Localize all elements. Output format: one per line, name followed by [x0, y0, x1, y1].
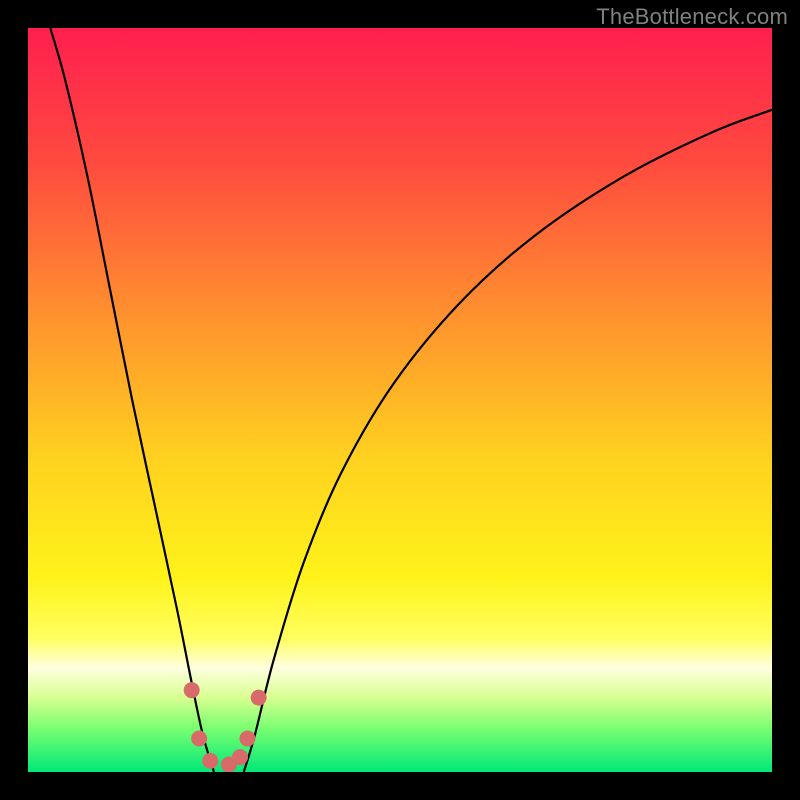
data-marker	[202, 753, 218, 769]
data-marker	[191, 731, 207, 747]
chart-svg	[28, 28, 772, 772]
data-marker	[232, 749, 248, 765]
chart-frame: TheBottleneck.com	[0, 0, 800, 800]
data-marker	[251, 690, 267, 706]
plot-area	[28, 28, 772, 772]
data-marker	[239, 731, 255, 747]
data-marker	[184, 682, 200, 698]
chart-background	[28, 28, 772, 772]
watermark-text: TheBottleneck.com	[596, 4, 788, 30]
